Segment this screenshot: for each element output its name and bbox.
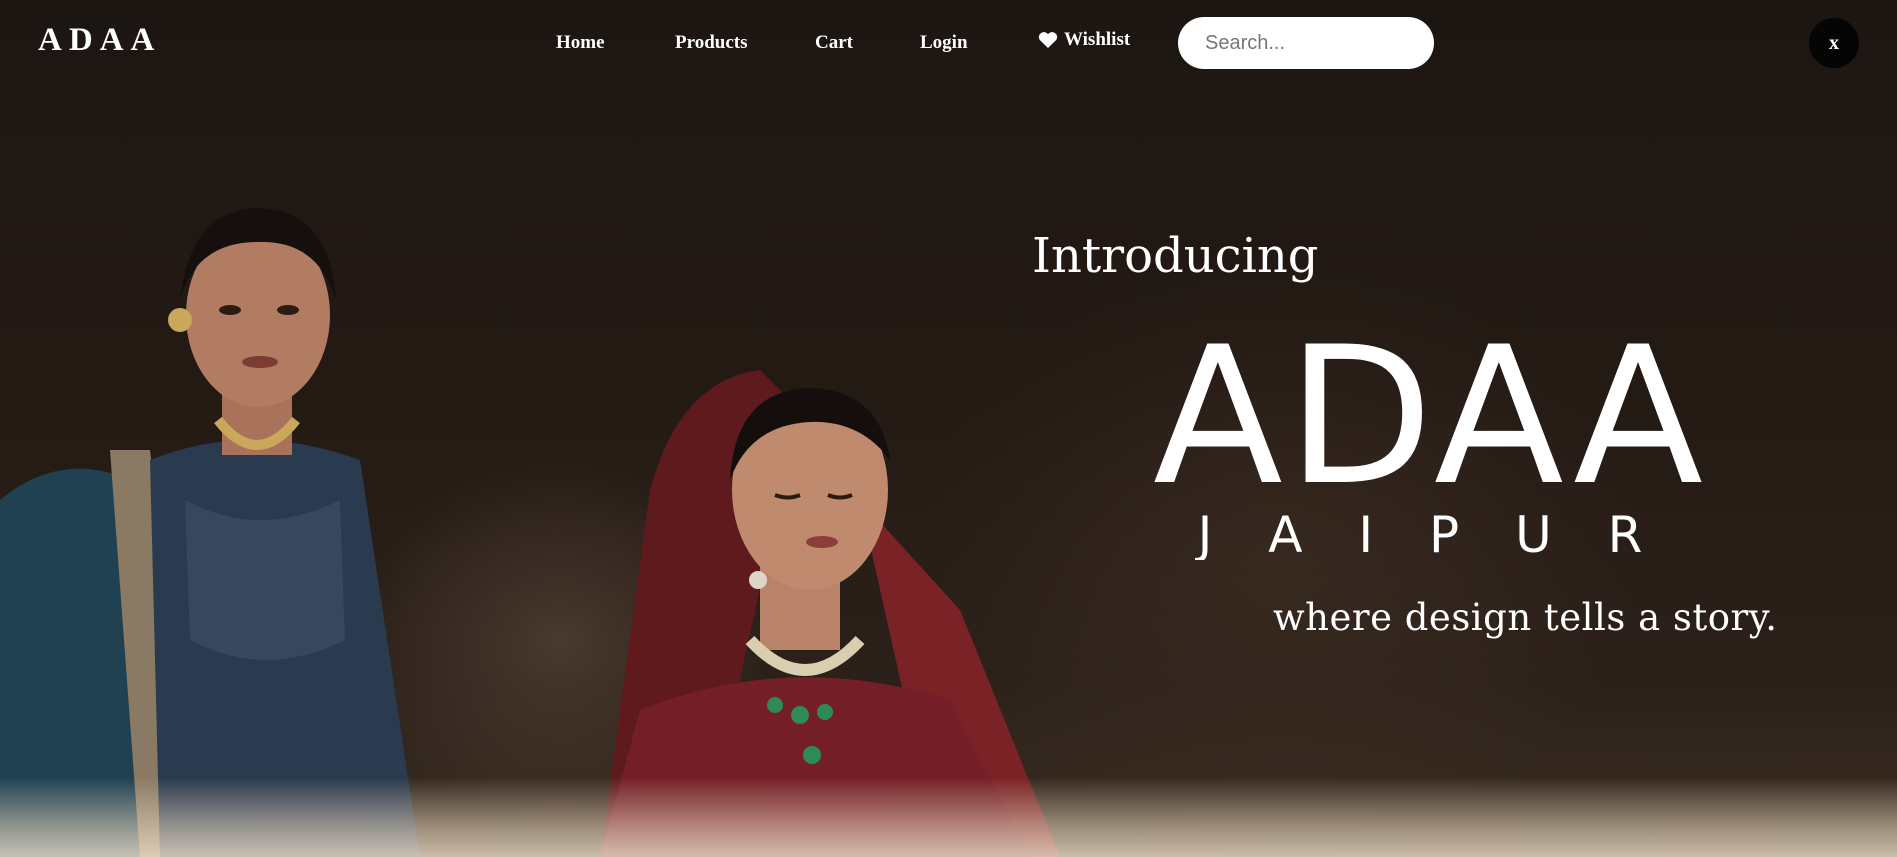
hero-tagline: where design tells a story. (1273, 596, 1778, 639)
search-input[interactable] (1178, 17, 1434, 69)
close-button[interactable]: x (1809, 18, 1859, 68)
wishlist-label: Wishlist (1064, 29, 1131, 50)
hero-intro-text: Introducing (1032, 228, 1319, 284)
site-logo[interactable]: ADAA (38, 22, 161, 59)
brand-city: J A I P U R (1195, 506, 1663, 560)
nav-link-login[interactable]: Login (920, 32, 968, 54)
bottom-gradient (0, 777, 1897, 857)
nav-link-wishlist[interactable]: Wishlist (1038, 29, 1130, 51)
nav-link-home[interactable]: Home (556, 32, 605, 54)
model-photo-left (0, 208, 420, 857)
brand-name: ADAA (1153, 330, 1707, 527)
nav-link-products[interactable]: Products (675, 32, 747, 54)
heart-icon (1038, 32, 1058, 48)
nav-link-cart[interactable]: Cart (815, 32, 853, 54)
hero-banner: Introducing ADAA J A I P U R where desig… (0, 0, 1897, 857)
brand-logo-adaa-jaipur: ADAA J A I P U R (1153, 330, 1707, 560)
top-navigation: ADAA Home Products Cart Login Wishlist x (0, 0, 1897, 86)
